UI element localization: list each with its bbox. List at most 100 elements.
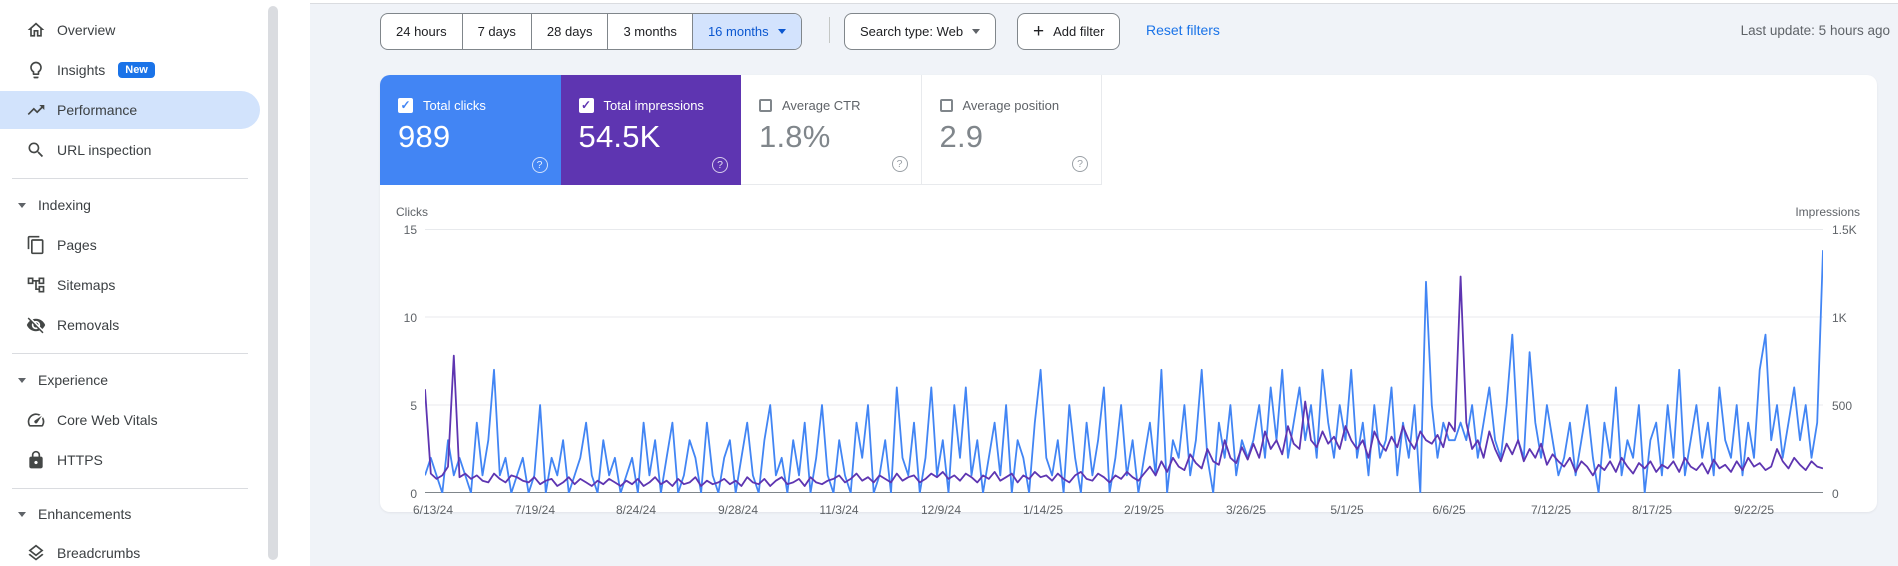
average-ctr-checkbox[interactable] bbox=[759, 99, 772, 112]
toolbar-divider bbox=[829, 17, 830, 43]
sidebar-item-label: Pages bbox=[57, 237, 97, 253]
sidebar-item-insights[interactable]: Insights New bbox=[0, 50, 260, 90]
total-clicks-card[interactable]: ✓ Total clicks 989 ? bbox=[380, 75, 561, 185]
sitemap-icon bbox=[26, 275, 46, 295]
sidebar-section-experience[interactable]: Experience bbox=[0, 362, 260, 398]
average-position-card[interactable]: Average position 2.9 ? bbox=[921, 75, 1102, 185]
total-clicks-value: 989 bbox=[398, 119, 451, 154]
sidebar-section-label: Experience bbox=[38, 372, 109, 388]
card-label: Total clicks bbox=[423, 98, 486, 113]
right-axis-tick: 1.5K bbox=[1832, 223, 1857, 237]
card-label: Average CTR bbox=[782, 98, 861, 113]
date-range-16-months[interactable]: 16 months bbox=[691, 14, 801, 49]
sidebar-section-indexing[interactable]: Indexing bbox=[0, 187, 260, 223]
chip-label: 24 hours bbox=[396, 24, 447, 39]
date-range-chip-group: 24 hours 7 days 28 days 3 months 16 mont… bbox=[380, 13, 802, 50]
sidebar-item-breadcrumbs[interactable]: Breadcrumbs bbox=[0, 533, 260, 566]
reset-filters-link[interactable]: Reset filters bbox=[1146, 22, 1220, 38]
sidebar-section-label: Enhancements bbox=[38, 506, 132, 522]
total-clicks-checkbox[interactable]: ✓ bbox=[398, 98, 413, 113]
sidebar-item-label: Performance bbox=[57, 102, 138, 118]
home-icon bbox=[26, 20, 46, 40]
sidebar-divider bbox=[12, 178, 248, 179]
right-axis-tick: 0 bbox=[1832, 487, 1839, 501]
eye-off-icon bbox=[26, 315, 46, 335]
sidebar-item-pages[interactable]: Pages bbox=[0, 225, 260, 265]
right-axis-tick: 1K bbox=[1832, 311, 1847, 325]
chevron-down-icon bbox=[777, 29, 786, 34]
chip-label: 7 days bbox=[477, 24, 516, 39]
left-axis-tick: 0 bbox=[410, 487, 417, 501]
search-type-label: Search type: Web bbox=[860, 24, 964, 39]
timeseries-chart[interactable] bbox=[424, 229, 1824, 494]
average-position-value: 2.9 bbox=[939, 119, 984, 154]
chevron-down-icon bbox=[18, 511, 26, 517]
sidebar-item-url-inspection[interactable]: URL inspection bbox=[0, 130, 260, 170]
x-axis-label: 5/1/25 bbox=[1330, 503, 1364, 517]
date-range-3-months[interactable]: 3 months bbox=[607, 14, 691, 49]
card-label: Average position bbox=[962, 98, 1060, 113]
chip-label: 3 months bbox=[623, 24, 677, 39]
sidebar-item-label: HTTPS bbox=[57, 452, 103, 468]
left-axis-title: Clicks bbox=[396, 205, 428, 219]
x-axis-label: 11/3/24 bbox=[819, 503, 859, 517]
sidebar-item-label: Removals bbox=[57, 317, 120, 333]
sidebar-item-label: Overview bbox=[57, 22, 116, 38]
x-axis-label: 9/22/25 bbox=[1733, 503, 1775, 517]
sidebar-divider bbox=[12, 488, 248, 489]
x-axis-label: 6/6/25 bbox=[1432, 503, 1466, 517]
sidebar-item-label: Insights bbox=[57, 62, 106, 78]
sidebar-scrollbar[interactable] bbox=[268, 6, 278, 560]
x-axis-label: 3/26/25 bbox=[1225, 503, 1267, 517]
date-range-7-days[interactable]: 7 days bbox=[461, 14, 531, 49]
chevron-down-icon bbox=[972, 29, 981, 34]
help-icon[interactable]: ? bbox=[891, 156, 908, 172]
chevron-down-icon bbox=[18, 377, 26, 383]
sidebar-item-removals[interactable]: Removals bbox=[0, 305, 260, 345]
sidebar-item-label: URL inspection bbox=[57, 142, 152, 158]
sidebar-divider bbox=[12, 353, 248, 354]
sidebar-item-sitemaps[interactable]: Sitemaps bbox=[0, 265, 260, 305]
trending-up-icon bbox=[26, 100, 46, 120]
search-type-dropdown[interactable]: Search type: Web bbox=[844, 13, 997, 50]
sidebar-section-label: Indexing bbox=[38, 197, 91, 213]
total-impressions-card[interactable]: ✓ Total impressions 54.5K ? bbox=[560, 75, 741, 185]
lightbulb-icon bbox=[26, 60, 46, 80]
average-ctr-card[interactable]: Average CTR 1.8% ? bbox=[741, 75, 922, 185]
chevron-down-icon bbox=[18, 202, 26, 208]
sidebar-item-label: Core Web Vitals bbox=[57, 412, 158, 428]
card-label: Total impressions bbox=[603, 98, 704, 113]
performance-panel: ✓ Total clicks 989 ? ✓ Total impressions… bbox=[380, 75, 1877, 517]
x-axis-label: 12/9/24 bbox=[920, 503, 962, 517]
total-impressions-checkbox[interactable]: ✓ bbox=[578, 98, 594, 113]
sidebar-section-enhancements[interactable]: Enhancements bbox=[0, 496, 260, 532]
average-position-checkbox[interactable] bbox=[939, 99, 953, 112]
date-range-28-days[interactable]: 28 days bbox=[530, 14, 608, 49]
help-icon[interactable]: ? bbox=[531, 157, 548, 173]
add-filter-button[interactable]: + Add filter bbox=[1017, 13, 1121, 50]
sidebar-item-performance[interactable]: Performance bbox=[0, 90, 260, 130]
speedometer-icon bbox=[26, 410, 46, 430]
sidebar-item-https[interactable]: HTTPS bbox=[0, 440, 260, 480]
x-axis-label: 1/14/25 bbox=[1022, 503, 1064, 517]
add-filter-label: Add filter bbox=[1053, 24, 1105, 39]
help-icon[interactable]: ? bbox=[712, 157, 728, 173]
chip-label: 28 days bbox=[546, 24, 593, 39]
date-range-24-hours[interactable]: 24 hours bbox=[381, 14, 462, 49]
last-update-text: Last update: 5 hours ago bbox=[1740, 23, 1890, 38]
x-axis-label: 7/19/24 bbox=[514, 503, 556, 517]
left-axis-tick: 15 bbox=[403, 223, 417, 237]
chart-plot-svg bbox=[424, 229, 1824, 494]
help-icon[interactable]: ? bbox=[1072, 156, 1088, 172]
sidebar-item-core-web-vitals[interactable]: Core Web Vitals bbox=[0, 400, 260, 440]
plus-icon: + bbox=[1033, 21, 1045, 42]
layers-icon bbox=[26, 543, 46, 563]
right-axis-title: Impressions bbox=[1795, 205, 1860, 219]
x-axis-label: 6/13/24 bbox=[412, 503, 454, 517]
sidebar-item-label: Breadcrumbs bbox=[57, 545, 141, 561]
sidebar-item-label: Sitemaps bbox=[57, 277, 116, 293]
x-axis-label: 8/24/24 bbox=[615, 503, 657, 517]
sidebar: Overview Insights New Performance URL in… bbox=[0, 0, 310, 566]
sidebar-item-overview[interactable]: Overview bbox=[0, 10, 260, 50]
new-badge: New bbox=[118, 62, 155, 78]
